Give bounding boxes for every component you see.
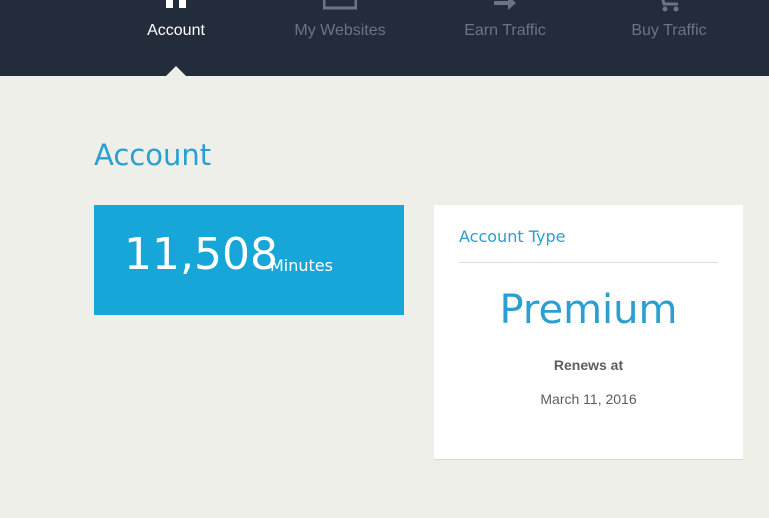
arrow-right-icon xyxy=(492,0,518,17)
account-type-card: Account Type Premium Renews at March 11,… xyxy=(434,205,743,460)
nav-item-earn-traffic[interactable]: Earn Traffic xyxy=(445,0,565,76)
divider xyxy=(459,262,718,263)
cart-icon xyxy=(654,0,684,17)
minutes-value: 11,508 xyxy=(124,229,278,280)
nav-label: My Websites xyxy=(294,22,386,39)
nav-label: Buy Traffic xyxy=(631,22,707,39)
nav-item-buy-traffic[interactable]: Buy Traffic xyxy=(609,0,729,76)
active-tab-caret xyxy=(166,66,186,76)
nav-label: Earn Traffic xyxy=(464,22,546,39)
minutes-card: 11,508 Minutes xyxy=(94,205,404,315)
browser-window-icon xyxy=(322,0,358,17)
renews-label: Renews at xyxy=(553,357,624,373)
nav-label: Account xyxy=(147,22,205,39)
top-navigation: Account My Websites Earn Traffic Buy Tra… xyxy=(0,0,769,76)
account-type-heading: Account Type xyxy=(459,227,566,246)
renews-date: March 11, 2016 xyxy=(540,391,637,407)
nav-item-account[interactable]: Account xyxy=(126,0,226,76)
home-icon xyxy=(162,0,190,17)
page-title: Account xyxy=(94,138,212,172)
account-type-value: Premium xyxy=(499,287,678,333)
nav-item-my-websites[interactable]: My Websites xyxy=(280,0,400,76)
minutes-unit: Minutes xyxy=(270,256,333,275)
